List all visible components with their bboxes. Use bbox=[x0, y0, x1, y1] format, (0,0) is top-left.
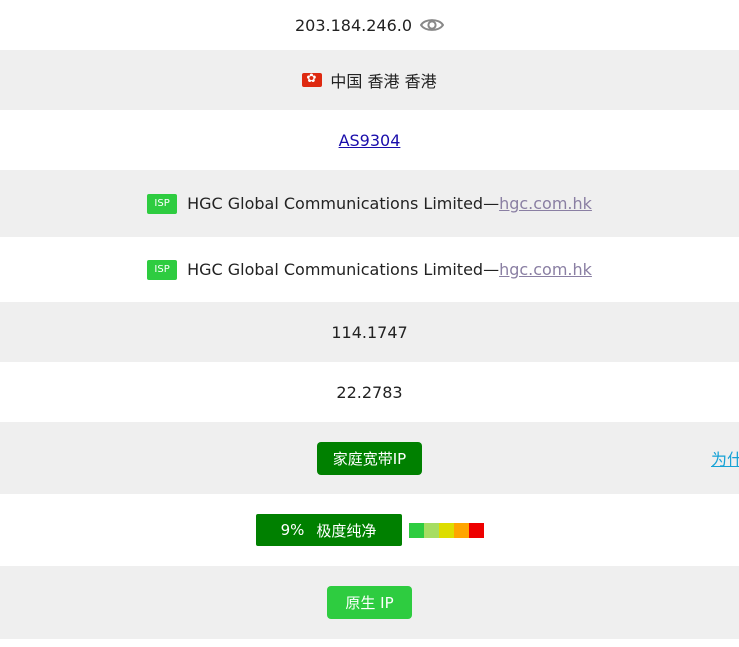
location-row: 中国 香港 香港 bbox=[0, 50, 739, 110]
scale-segment bbox=[423, 522, 439, 538]
purity-badge: 9% 极度纯净 bbox=[255, 514, 402, 546]
purity-percent: 9% bbox=[280, 521, 305, 539]
ip-type-row: 家庭宽带IP 为什 bbox=[0, 422, 739, 494]
organization-domain-link[interactable]: hgc.com.hk bbox=[499, 260, 592, 279]
ip-address-row: 203.184.246.0 bbox=[0, 0, 739, 50]
isp-domain-link[interactable]: hgc.com.hk bbox=[499, 194, 592, 213]
why-link[interactable]: 为什 bbox=[711, 446, 739, 470]
asn-row: AS9304 bbox=[0, 110, 739, 170]
purity-scale bbox=[408, 522, 484, 538]
ip-info-table: 203.184.246.0 中国 香港 香港 AS9304 ISP HGC Gl… bbox=[0, 0, 739, 647]
hong-kong-flag-icon bbox=[302, 71, 323, 87]
isp-badge: ISP bbox=[147, 193, 178, 214]
isp-badge: ISP bbox=[147, 259, 178, 280]
latitude-row: 22.2783 bbox=[0, 362, 739, 422]
scale-segment bbox=[468, 522, 484, 538]
purity-row: 9% 极度纯净 bbox=[0, 494, 739, 566]
organization-name: HGC Global Communications Limited— bbox=[187, 260, 500, 279]
isp-row: ISP HGC Global Communications Limited— h… bbox=[0, 170, 739, 237]
longitude-row: 114.1747 bbox=[0, 302, 739, 362]
longitude-value: 114.1747 bbox=[331, 322, 408, 342]
scale-segment bbox=[438, 522, 454, 538]
isp-name: HGC Global Communications Limited— bbox=[187, 194, 500, 213]
location-text: 中国 香港 香港 bbox=[330, 72, 437, 91]
latitude-value: 22.2783 bbox=[336, 382, 403, 402]
asn-link[interactable]: AS9304 bbox=[339, 131, 401, 150]
native-ip-row: 原生 IP bbox=[0, 566, 739, 639]
organization-row: ISP HGC Global Communications Limited— h… bbox=[0, 237, 739, 302]
scale-segment bbox=[453, 522, 469, 538]
native-ip-badge: 原生 IP bbox=[327, 586, 412, 619]
ip-address: 203.184.246.0 bbox=[294, 15, 413, 35]
purity-label: 极度纯净 bbox=[316, 521, 377, 540]
scale-segment bbox=[408, 522, 424, 538]
eye-icon[interactable] bbox=[420, 17, 445, 33]
ip-type-badge: 家庭宽带IP bbox=[316, 441, 423, 475]
